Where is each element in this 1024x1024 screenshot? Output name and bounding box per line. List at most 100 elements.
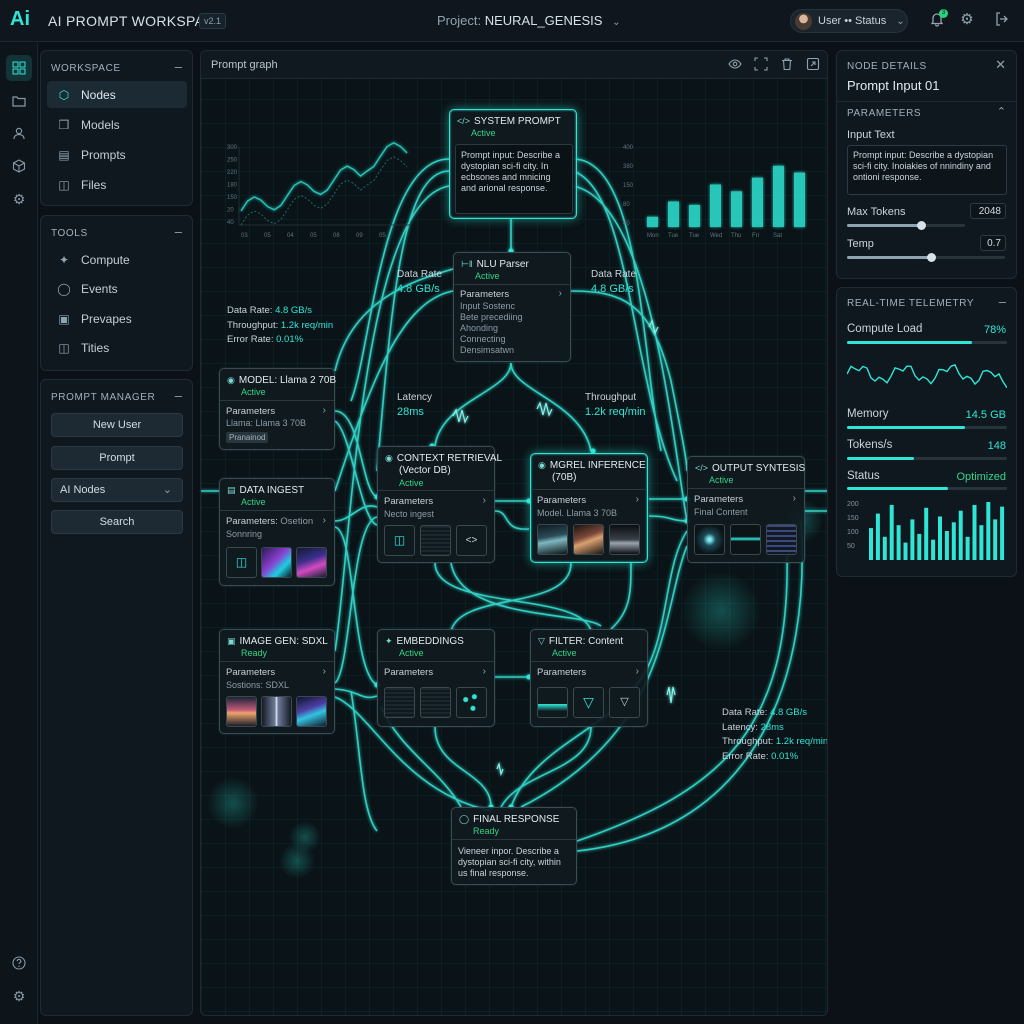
chevron-right-icon[interactable]: › [323,405,326,416]
nav-item-files[interactable]: ◫ Files [47,171,187,198]
select-value: AI Nodes [60,484,106,496]
prompt-textbox[interactable]: Prompt input: Describe a dystopian sci-f… [455,144,573,214]
nav-label: Prevapes [81,311,132,326]
cube-icon[interactable] [6,153,32,179]
node-context-retrieval[interactable]: ◉ CONTEXT RETRIEVAL (Vector DB) Active Pa… [377,446,502,563]
node-system-prompt[interactable]: </> SYSTEM PROMPT Active Prompt input: De… [449,109,577,219]
data-rate-label-right: Data Rate [591,269,637,280]
prompt-graph-canvas[interactable]: Prompt graph 300 250 220 180 150 20 40 0… [200,50,828,1016]
node-params-label: Parameters [537,667,587,678]
chevron-right-icon[interactable]: › [559,288,562,299]
collapse-icon[interactable]: – [175,388,182,403]
memory-value: 14.5 GB [965,409,1006,421]
node-status: Active [241,387,266,397]
code-icon: </> [457,116,471,126]
telemetry-bar [965,536,970,560]
node-title: ▣ IMAGE GEN: SDXL [227,636,328,647]
nav-item-tities[interactable]: ◫ Tities [47,334,187,361]
node-params-label: Parameters [226,406,276,417]
stats-left: Data Rate: 4.8 GB/s Throughput: 1.2k req… [227,304,333,348]
node-status: Active [471,128,496,138]
chevron-right-icon[interactable]: › [636,666,639,677]
chevron-right-icon[interactable]: › [483,666,486,677]
nav-item-events[interactable]: ◯ Events [47,275,187,302]
nav-item-nodes[interactable]: ⬡ Nodes [47,81,187,108]
image-thumbnail [296,696,327,727]
param-line: Final Content [694,507,748,517]
status-bar [847,487,1007,490]
telemetry-bar [917,533,922,560]
node-data-ingest[interactable]: ▤ DATA INGEST Active Parameters: Osetion … [219,478,335,586]
image-thumbnail [261,547,292,578]
node-final-response[interactable]: ◯ FINAL RESPONSE Ready Vieneer inpor. Des… [451,807,577,885]
stat-value: 4.8 GB/s [275,305,313,316]
chevron-right-icon[interactable]: › [323,666,326,677]
help-icon[interactable] [6,950,32,976]
nav-item-models[interactable]: ❒ Models [47,111,187,138]
telemetry-bar [869,528,873,560]
collapse-icon[interactable]: – [175,59,182,74]
user-icon[interactable] [6,120,32,146]
ai-nodes-select[interactable]: AI Nodes ⌄ [51,478,183,502]
node-model-inference[interactable]: ◉ MGREL INFERENCE (70B) Parameters › Mode… [530,453,648,563]
prompt-line: dystopian sci-fi city. In [461,161,549,171]
node-title: ◉ MODEL: Llama 2 70B [227,375,337,386]
y-tick-label: 20 [227,208,234,214]
telemetry-bar [896,525,901,560]
embeddings-icon: ✦ [385,636,393,646]
stat-value: 0.01% [276,334,304,345]
collapse-icon[interactable]: – [999,294,1006,309]
temp-input[interactable]: 0.7 [980,235,1006,251]
gear-icon[interactable]: ⚙ [6,983,32,1009]
collapse-icon[interactable]: – [175,224,182,239]
chevron-right-icon[interactable]: › [483,495,486,506]
stat-value: 1.2k req/min [775,736,828,747]
user-status-menu[interactable]: User •• Status ⌄ [790,9,908,33]
node-status: Active [709,475,734,485]
nav-item-prompts[interactable]: ▤ Prompts [47,141,187,168]
chevron-right-icon[interactable]: › [636,494,639,505]
chevron-right-icon[interactable]: › [323,515,326,526]
node-details-panel: NODE DETAILS ✕ Prompt Input 01 PARAMETER… [836,50,1017,279]
temp-slider[interactable] [847,253,1005,262]
node-title: ✦ EMBEDDINGS [385,636,464,647]
x-tick-label: 04 [287,233,294,239]
node-embeddings[interactable]: ✦ EMBEDDINGS Active Parameters › [377,629,495,727]
image-thumbnail [296,547,327,578]
folder-icon[interactable] [6,88,32,114]
y-tick-label: 150 [847,515,859,522]
x-tick-label: 08 [333,233,340,239]
node-filter[interactable]: ▽ FILTER: Content Active Parameters › ▽ ▽ [530,629,648,727]
x-tick-label: Wed [710,233,722,239]
image-thumbnail [261,696,292,727]
node-image-gen[interactable]: ▣ IMAGE GEN: SDXL Ready Parameters › Sost… [219,629,335,734]
project-prefix: Project: [437,13,482,28]
chevron-up-icon[interactable]: ⌃ [997,105,1006,118]
nav-item-prevapes[interactable]: ▣ Prevapes [47,305,187,332]
stat-label: Data Rate: [227,305,273,316]
input-text-field[interactable]: Prompt input: Describe a dystopian sci-f… [847,145,1007,195]
chevron-right-icon[interactable]: › [793,493,796,504]
prompt-icon: ▤ [58,147,70,162]
code-icon: </> [695,463,709,473]
close-icon[interactable]: ✕ [995,57,1006,73]
slider-handle[interactable] [926,253,936,262]
new-user-button[interactable]: New User [51,413,183,437]
project-selector[interactable]: Project: NEURAL_GENESIS ⌄ [437,13,620,28]
settings-icon[interactable]: ⚙ [6,186,32,212]
max-tokens-input[interactable]: 2048 [970,203,1006,219]
logout-icon[interactable] [993,11,1011,29]
mini-bar-chart [647,165,805,227]
filter-icon: ▽ [609,687,640,718]
max-tokens-slider[interactable] [847,221,965,230]
slider-handle[interactable] [917,221,927,230]
gear-icon[interactable]: ⚙ [958,11,976,29]
node-model-llama[interactable]: ◉ MODEL: Llama 2 70B Active Parameters › … [219,368,337,450]
compute-load-value: 78% [983,324,1006,336]
grid-icon[interactable] [6,55,32,81]
node-output-syntesis[interactable]: </> OUTPUT SYNTESIS Active Parameters › F… [687,456,805,563]
node-nlu-parser[interactable]: ⊢‖ NLU Parser Active Parameters › Input S… [453,252,571,362]
search-button[interactable]: Search [51,510,183,534]
prompt-button[interactable]: Prompt [51,446,183,470]
nav-item-compute[interactable]: ✦ Compute [47,246,187,273]
